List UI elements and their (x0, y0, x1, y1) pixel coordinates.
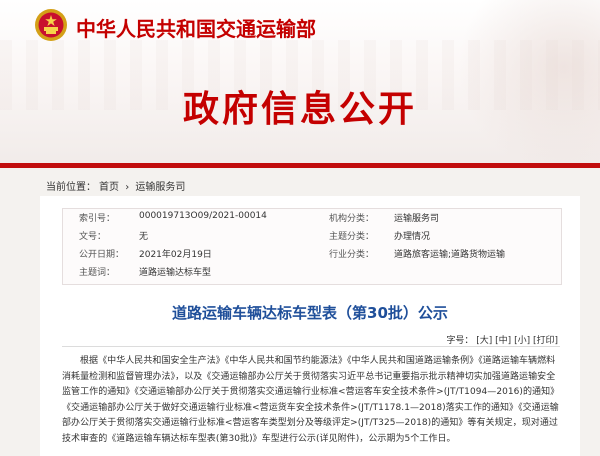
font-medium-button[interactable]: [中] (495, 336, 511, 346)
docno-label: 文号： (79, 232, 107, 242)
national-emblem-icon[interactable] (34, 8, 68, 42)
topic-label: 主题分类： (329, 232, 375, 242)
header-divider (0, 163, 600, 168)
keyword-label: 主题词： (79, 268, 116, 278)
breadcrumb-home-link[interactable]: 首页 (99, 182, 119, 193)
page-title: 政府信息公开 (182, 89, 417, 130)
article-title: 道路运输车辆达标车型表（第30批）公示 (172, 304, 448, 322)
date-value: 2021年02月19日 (139, 250, 212, 260)
main-content: 索引号： 000019713O09/2021-00014 机构分类： 运输服务司… (40, 196, 580, 456)
industry-value: 道路旅客运输;道路货物运输 (394, 250, 506, 260)
font-size-label: 字号： (446, 336, 474, 346)
breadcrumb-label: 当前位置： (46, 182, 96, 193)
breadcrumb-section-link[interactable]: 运输服务司 (135, 182, 185, 193)
topic-value: 办理情况 (394, 232, 431, 242)
info-row: 主题词： 道路运输达标车型 (63, 265, 561, 282)
info-row: 公开日期： 2021年02月19日 行业分类： 道路旅客运输;道路货物运输 (63, 247, 561, 264)
breadcrumb: 当前位置： 首页 › 运输服务司 (46, 178, 188, 193)
keyword-value: 道路运输达标车型 (139, 268, 212, 278)
index-label: 索引号： (79, 214, 116, 224)
font-size-controls: 字号： [大] [中] [小] [打印] (446, 333, 558, 346)
print-button[interactable]: [打印] (533, 336, 558, 346)
site-header: 中华人民共和国交通运输部 政府信息公开 (0, 0, 600, 168)
agency-value: 运输服务司 (394, 214, 440, 224)
article-divider (62, 346, 560, 347)
info-row: 索引号： 000019713O09/2021-00014 机构分类： 运输服务司 (63, 211, 561, 228)
font-large-button[interactable]: [大] (476, 336, 492, 346)
docno-value: 无 (139, 232, 149, 242)
breadcrumb-separator: › (125, 182, 130, 193)
date-label: 公开日期： (79, 250, 125, 260)
industry-label: 行业分类： (329, 250, 375, 260)
agency-label: 机构分类： (329, 214, 375, 224)
font-small-button[interactable]: [小] (514, 336, 530, 346)
info-row: 文号： 无 主题分类： 办理情况 (63, 229, 561, 246)
document-info-box: 索引号： 000019713O09/2021-00014 机构分类： 运输服务司… (62, 208, 562, 285)
index-value: 000019713O09/2021-00014 (139, 211, 267, 221)
ministry-name[interactable]: 中华人民共和国交通运输部 (76, 13, 316, 42)
article-body: 根据《中华人民共和国安全生产法》《中华人民共和国节约能源法》《中华人民共和国道路… (62, 356, 560, 444)
